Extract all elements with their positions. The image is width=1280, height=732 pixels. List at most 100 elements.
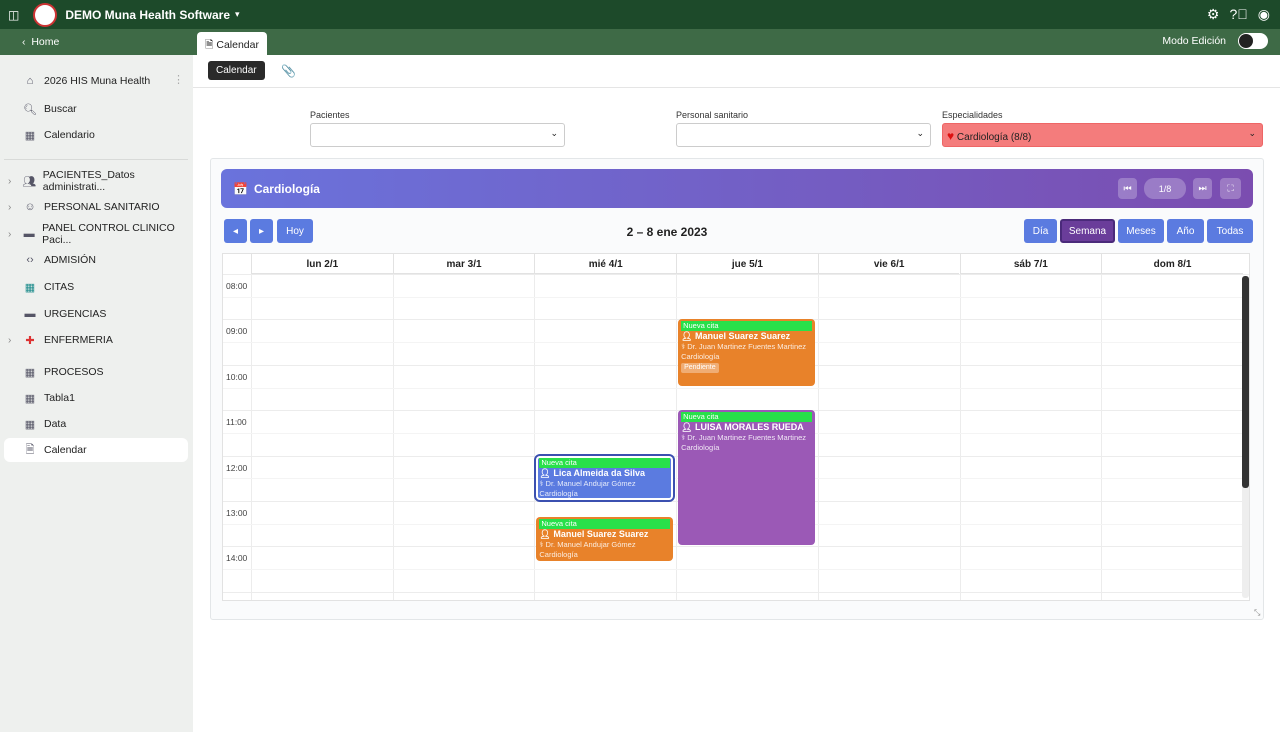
especialidades-label: Especialidades xyxy=(942,110,1003,120)
resize-handle-icon[interactable]: ⤡ xyxy=(1254,608,1260,618)
calendar-button[interactable]: Calendar xyxy=(208,61,265,80)
chevron-right-icon[interactable]: › xyxy=(8,229,11,240)
view-button[interactable]: Día xyxy=(1024,219,1057,243)
grid-line xyxy=(223,569,1249,571)
sidebar-toggle-icon[interactable]: ◫ xyxy=(8,8,19,22)
sidebar-item-label: ADMISIÓN xyxy=(44,254,96,266)
view-button[interactable]: Meses xyxy=(1118,219,1164,243)
time-label: 09:00 xyxy=(226,326,248,337)
gear-icon[interactable]: ⚙ xyxy=(1207,6,1220,23)
personal-select[interactable]: ⌄ xyxy=(676,123,931,147)
page-indicator: 1/8 xyxy=(1144,178,1186,199)
patient-icon: 👤︎ xyxy=(681,422,693,433)
day-header: dom 8/1 xyxy=(1101,254,1243,274)
sidebar-item[interactable]: ▦ CITAS xyxy=(4,275,188,299)
day-column-line xyxy=(392,274,394,600)
view-button[interactable]: Semana xyxy=(1060,219,1115,243)
more-icon[interactable]: ⋮ xyxy=(173,73,184,86)
sidebar-item[interactable]: › 👥︎ PACIENTES_Datos administrati... xyxy=(4,169,188,193)
app-title[interactable]: DEMO Muna Health Software xyxy=(65,8,230,22)
prev-button[interactable]: ◂ xyxy=(224,219,247,243)
day-header: sáb 7/1 xyxy=(959,254,1102,274)
sidebar-item[interactable]: › ▬ PANEL CONTROL CLINICO Paci... xyxy=(4,222,188,246)
calendar-icon: ▦ xyxy=(24,129,36,142)
chevron-right-icon[interactable]: › xyxy=(8,335,11,346)
status-badge: Pendiente xyxy=(681,363,719,374)
chevron-right-icon[interactable]: › xyxy=(8,176,11,187)
event-specialty: Cardiología xyxy=(539,488,578,498)
week-grid: lun 2/1 mar 3/1 mié 4/1 jue 5/1 vie 6/1 sáb 7… xyxy=(222,253,1250,601)
day-column-line xyxy=(817,274,819,600)
especialidades-select[interactable]: ♥ Cardiología (8/8) ⌄ xyxy=(942,123,1263,147)
chevron-right-icon[interactable]: › xyxy=(8,202,11,213)
last-page-button[interactable]: ⏭ xyxy=(1193,178,1212,199)
view-button[interactable]: Todas xyxy=(1207,219,1253,243)
appointment-event[interactable]: Nueva cita 👤︎ Manuel Suarez Suarez ⚕ Dr.… xyxy=(536,516,674,562)
sidebar-item[interactable]: › ☺ PERSONAL SANITARIO xyxy=(4,195,188,219)
event-patient: LUISA MORALES RUEDA xyxy=(695,422,804,433)
chevron-down-icon: ⌄ xyxy=(1248,128,1256,138)
sidebar-item[interactable]: ▦ PROCESOS xyxy=(4,360,188,384)
patient-icon: 👤︎ xyxy=(681,331,693,342)
appointment-event[interactable]: Nueva cita 👤︎ Manuel Suarez Suarez ⚕ Dr.… xyxy=(678,319,815,387)
sidebar-item-label: Tabla1 xyxy=(44,392,75,404)
sidebar-item[interactable]: ▦ Data xyxy=(4,412,188,436)
tab-label: Calendar xyxy=(216,39,259,51)
day-header: jue 5/1 xyxy=(676,254,818,274)
edit-mode-toggle[interactable] xyxy=(1238,33,1268,49)
day-column-line xyxy=(1101,274,1103,600)
appointment-event[interactable]: Nueva cita 👤︎ Lica Almeida da Silva ⚕ Dr… xyxy=(536,455,674,500)
chevron-down-icon: ⌄ xyxy=(916,128,924,138)
pacientes-select[interactable]: ⌄ xyxy=(310,123,565,147)
sidebar-item[interactable]: ▦ Calendario xyxy=(4,123,188,147)
event-specialty: Cardiología xyxy=(681,443,720,453)
view-button[interactable]: Año xyxy=(1167,219,1204,243)
grid-line xyxy=(223,296,1249,298)
sidebar: ⌂ 2026 HIS Muna Health 🔍︎ Buscar ▦ Calendario… xyxy=(0,55,193,732)
personal-label: Personal sanitario xyxy=(676,110,749,120)
sidebar-item[interactable]: › ✚ ENFERMERIA xyxy=(4,328,188,352)
paperclip-icon[interactable]: 📎 xyxy=(281,64,296,78)
sidebar-item-label: URGENCIAS xyxy=(44,308,107,320)
sidebar-item-label: PERSONAL SANITARIO xyxy=(44,201,160,213)
sidebar-item-label: ENFERMERIA xyxy=(44,334,113,346)
event-doctor: Dr. Manuel Andujar Gómez xyxy=(545,478,636,488)
next-button[interactable]: ▸ xyxy=(250,219,273,243)
table-icon: ▦ xyxy=(24,392,36,405)
monitor-icon: ▬ xyxy=(24,308,36,320)
first-page-button[interactable]: ⏮ xyxy=(1118,178,1137,199)
sidebar-item[interactable]: 🔍︎ Buscar xyxy=(4,97,188,121)
date-range: 2 – 8 ene 2023 xyxy=(626,225,708,239)
appointment-event[interactable]: Nueva cita 👤︎ LUISA MORALES RUEDA ⚕ Dr. … xyxy=(678,410,815,546)
time-label: 11:00 xyxy=(226,417,247,428)
sidebar-item[interactable]: ▦ Tabla1 xyxy=(4,386,188,410)
time-label: 08:00 xyxy=(226,281,248,291)
tab-calendar[interactable]: 🗎 Calendar xyxy=(197,32,267,55)
day-header: mar 3/1 xyxy=(392,254,535,274)
event-specialty: Cardiología xyxy=(681,352,720,362)
fullscreen-button[interactable]: ⛶ xyxy=(1220,178,1241,199)
table-icon: ▦ xyxy=(24,418,36,431)
event-patient: Lica Almeida da Silva xyxy=(553,467,646,478)
user-icon[interactable]: ◉ xyxy=(1258,6,1270,23)
sidebar-item[interactable]: ▬ URGENCIAS xyxy=(4,302,188,326)
sidebar-item[interactable]: 🗎 Calendar xyxy=(4,438,188,462)
day-column-line xyxy=(676,274,678,600)
search-icon: 🔍︎ xyxy=(23,103,37,116)
pacientes-label: Pacientes xyxy=(310,110,350,120)
help-icon[interactable]: ?⃝ xyxy=(1229,6,1247,23)
scrollbar[interactable] xyxy=(1242,276,1249,598)
chevron-down-icon[interactable]: ▾ xyxy=(235,9,240,20)
document-icon: 🗎 xyxy=(205,39,214,51)
event-tag: Nueva cita xyxy=(681,321,812,332)
especialidades-value: Cardiología (8/8) xyxy=(956,132,1032,143)
day-header: vie 6/1 xyxy=(817,254,960,274)
home-label: Home xyxy=(31,36,60,48)
event-specialty: Cardiología xyxy=(539,549,578,559)
sidebar-item[interactable]: ‹› ADMISIÓN xyxy=(4,248,188,272)
home-link[interactable]: ‹ Home xyxy=(22,36,59,48)
sidebar-item[interactable]: ⌂ 2026 HIS Muna Health xyxy=(4,69,188,93)
edit-mode-label: Modo Edición xyxy=(1162,35,1226,47)
sidebar-item-label: CITAS xyxy=(44,281,75,293)
today-button[interactable]: Hoy xyxy=(277,219,313,243)
